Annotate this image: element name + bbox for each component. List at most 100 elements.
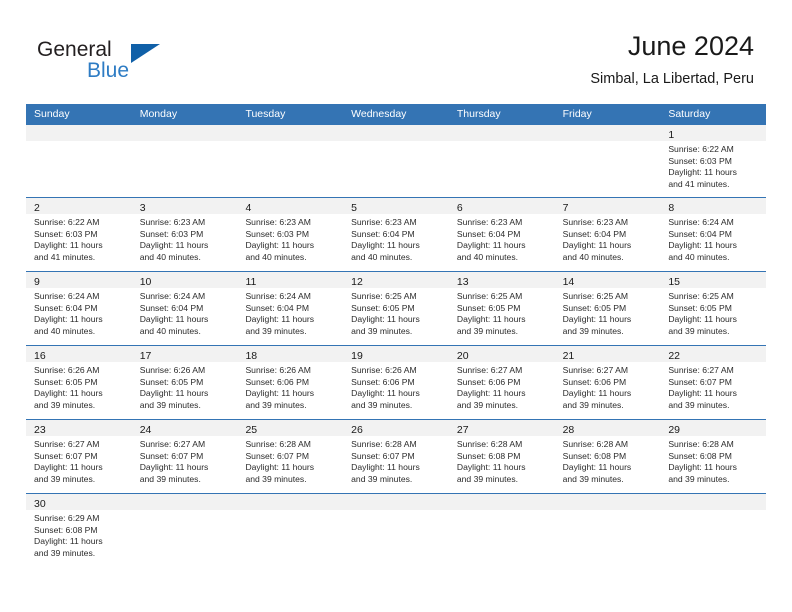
calendar-day-cell[interactable]: 20 Sunrise: 6:27 AM Sunset: 6:06 PM Dayligh…	[448, 346, 555, 419]
day-number-bar	[554, 494, 661, 510]
sunset-text: Sunset: 6:05 PM	[456, 302, 521, 313]
sunrise-text: Sunrise: 6:23 AM	[456, 217, 523, 227]
day-number: 16	[34, 350, 46, 362]
sunrise-text: Sunrise: 6:27 AM	[34, 439, 100, 449]
sunset-text: Sunset: 6:03 PM	[245, 228, 309, 239]
sunrise-text: Sunrise: 6:22 AM	[34, 217, 100, 227]
calendar-day-cell[interactable]: 23 Sunrise: 6:27 AM Sunset: 6:07 PM Dayligh…	[26, 420, 132, 493]
calendar-day-cell[interactable]: 24 Sunrise: 6:27 AM Sunset: 6:07 PM Dayligh…	[131, 420, 238, 493]
daylight-text-line2: and 39 minutes.	[34, 473, 96, 484]
day-number-bar	[131, 125, 238, 141]
day-number-bar	[554, 125, 661, 141]
day-number-bar	[660, 494, 767, 510]
day-details: Sunrise: 6:26 AM Sunset: 6:06 PM Daylight:…	[343, 362, 449, 411]
calendar-day-cell[interactable]: 12 Sunrise: 6:25 AM Sunset: 6:05 PM Dayligh…	[343, 272, 449, 345]
day-number: 13	[456, 276, 469, 288]
sunrise-text: Sunrise: 6:26 AM	[351, 365, 417, 375]
calendar-day-cell[interactable]: 2 Sunrise: 6:22 AM Sunset: 6:03 PM Daylight…	[26, 198, 132, 271]
calendar-day-cell[interactable]: 16 Sunrise: 6:26 AM Sunset: 6:05 PM Dayligh…	[26, 346, 132, 419]
day-number-bar: 1	[660, 125, 767, 141]
daylight-text-line1: Daylight: 11 hours	[245, 388, 315, 399]
day-number: 23	[34, 424, 46, 436]
daylight-text-line1: Daylight: 11 hours	[139, 314, 209, 325]
day-number: 28	[562, 424, 575, 436]
day-number: 30	[34, 498, 46, 510]
dow-monday: Monday	[139, 108, 178, 120]
calendar-day-cell[interactable]: 9 Sunrise: 6:24 AM Sunset: 6:04 PM Daylight…	[26, 272, 132, 345]
sunrise-text: Sunrise: 6:24 AM	[139, 291, 206, 301]
daylight-text-line1: Daylight: 11 hours	[668, 240, 737, 251]
daylight-text-line1: Daylight: 11 hours	[34, 314, 103, 325]
day-details: Sunrise: 6:22 AM Sunset: 6:03 PM Daylight:…	[26, 214, 132, 263]
day-details: Sunrise: 6:22 AM Sunset: 6:03 PM Daylight:…	[660, 141, 766, 190]
daylight-text-line1: Daylight: 11 hours	[351, 462, 420, 473]
day-number-bar	[237, 125, 344, 141]
calendar-day-cell[interactable]: 8 Sunrise: 6:24 AM Sunset: 6:04 PM Daylight…	[660, 198, 767, 271]
calendar-day-cell[interactable]: 1 Sunrise: 6:22 AM Sunset: 6:03 PM Daylight…	[660, 125, 767, 197]
calendar-day-cell[interactable]: 17 Sunrise: 6:26 AM Sunset: 6:05 PM Dayligh…	[131, 346, 238, 419]
calendar-day-cell[interactable]: 4 Sunrise: 6:23 AM Sunset: 6:03 PM Daylight…	[237, 198, 344, 271]
page-header: General Blue June 2024 Simbal, La Libert…	[0, 0, 792, 100]
calendar-day-cell[interactable]: 6 Sunrise: 6:23 AM Sunset: 6:04 PM Daylight…	[448, 198, 555, 271]
dow-tuesday: Tuesday	[245, 108, 286, 120]
daylight-text-line2: and 39 minutes.	[34, 399, 96, 410]
sunrise-text: Sunrise: 6:26 AM	[139, 365, 206, 375]
daylight-text-line1: Daylight: 11 hours	[668, 388, 737, 399]
day-number: 25	[245, 424, 258, 436]
calendar-day-cell[interactable]: 11 Sunrise: 6:24 AM Sunset: 6:04 PM Dayligh…	[237, 272, 344, 345]
general-blue-logo[interactable]: General Blue	[37, 38, 217, 88]
daylight-text-line2: and 40 minutes.	[139, 325, 201, 336]
sunrise-text: Sunrise: 6:28 AM	[245, 439, 311, 449]
sunset-text: Sunset: 6:05 PM	[139, 376, 204, 387]
sunset-text: Sunset: 6:03 PM	[668, 155, 732, 166]
calendar-day-cell[interactable]: 3 Sunrise: 6:23 AM Sunset: 6:03 PM Daylight…	[131, 198, 238, 271]
calendar-day-cell[interactable]: 18 Sunrise: 6:26 AM Sunset: 6:06 PM Dayligh…	[237, 346, 344, 419]
day-number-bar: 2	[26, 198, 132, 214]
calendar-day-cell[interactable]: 10 Sunrise: 6:24 AM Sunset: 6:04 PM Dayligh…	[131, 272, 238, 345]
day-number: 6	[456, 202, 463, 214]
daylight-text-line1: Daylight: 11 hours	[34, 462, 103, 473]
sunset-text: Sunset: 6:08 PM	[456, 450, 521, 461]
calendar-day-cell[interactable]: 25 Sunrise: 6:28 AM Sunset: 6:07 PM Dayligh…	[237, 420, 344, 493]
calendar-day-cell[interactable]: 22 Sunrise: 6:27 AM Sunset: 6:07 PM Dayligh…	[660, 346, 767, 419]
day-details: Sunrise: 6:24 AM Sunset: 6:04 PM Daylight:…	[660, 214, 766, 263]
calendar-day-cell-empty	[131, 494, 238, 574]
page-title: June 2024	[627, 31, 754, 61]
day-number: 2	[34, 202, 40, 214]
daylight-text-line1: Daylight: 11 hours	[34, 388, 103, 399]
daylight-text-line2: and 39 minutes.	[562, 325, 624, 336]
day-number-bar: 30	[26, 494, 132, 510]
calendar-day-cell[interactable]: 28 Sunrise: 6:28 AM Sunset: 6:08 PM Dayligh…	[554, 420, 661, 493]
logo-text-blue: Blue	[87, 59, 130, 82]
calendar-day-cell[interactable]: 30 Sunrise: 6:29 AM Sunset: 6:08 PM Dayligh…	[26, 494, 132, 574]
sunrise-text: Sunrise: 6:27 AM	[562, 365, 629, 375]
day-number-bar: 17	[131, 346, 238, 362]
calendar-day-cell[interactable]: 19 Sunrise: 6:26 AM Sunset: 6:06 PM Dayligh…	[343, 346, 449, 419]
calendar-day-cell[interactable]: 5 Sunrise: 6:23 AM Sunset: 6:04 PM Daylight…	[343, 198, 449, 271]
day-number-bar: 27	[448, 420, 555, 436]
calendar-day-cell[interactable]: 15 Sunrise: 6:25 AM Sunset: 6:05 PM Dayligh…	[660, 272, 767, 345]
daylight-text-line2: and 39 minutes.	[139, 399, 201, 410]
sunset-text: Sunset: 6:06 PM	[351, 376, 415, 387]
daylight-text-line1: Daylight: 11 hours	[139, 240, 209, 251]
daylight-text-line2: and 39 minutes.	[351, 399, 413, 410]
day-number-bar: 26	[343, 420, 449, 436]
calendar-day-cell[interactable]: 14 Sunrise: 6:25 AM Sunset: 6:05 PM Dayligh…	[554, 272, 661, 345]
calendar-day-cell[interactable]: 26 Sunrise: 6:28 AM Sunset: 6:07 PM Dayligh…	[343, 420, 449, 493]
day-details: Sunrise: 6:28 AM Sunset: 6:08 PM Daylight:…	[449, 436, 555, 485]
calendar-day-cell[interactable]: 7 Sunrise: 6:23 AM Sunset: 6:04 PM Daylight…	[554, 198, 661, 271]
daylight-text-line1: Daylight: 11 hours	[668, 462, 737, 473]
logo-triangle-icon	[131, 44, 160, 63]
day-number: 3	[139, 202, 146, 214]
day-details: Sunrise: 6:28 AM Sunset: 6:08 PM Daylight:…	[660, 436, 766, 485]
day-number-bar	[131, 494, 238, 510]
daylight-text-line1: Daylight: 11 hours	[245, 462, 315, 473]
day-number-bar: 18	[237, 346, 344, 362]
sunrise-text: Sunrise: 6:27 AM	[456, 365, 523, 375]
calendar-day-cell[interactable]: 27 Sunrise: 6:28 AM Sunset: 6:08 PM Dayligh…	[448, 420, 555, 493]
calendar-day-cell[interactable]: 29 Sunrise: 6:28 AM Sunset: 6:08 PM Dayligh…	[660, 420, 767, 493]
day-number: 26	[351, 424, 363, 436]
sunrise-text: Sunrise: 6:27 AM	[668, 365, 734, 375]
calendar-day-cell[interactable]: 21 Sunrise: 6:27 AM Sunset: 6:06 PM Dayligh…	[554, 346, 661, 419]
calendar-day-cell[interactable]: 13 Sunrise: 6:25 AM Sunset: 6:05 PM Dayligh…	[448, 272, 555, 345]
